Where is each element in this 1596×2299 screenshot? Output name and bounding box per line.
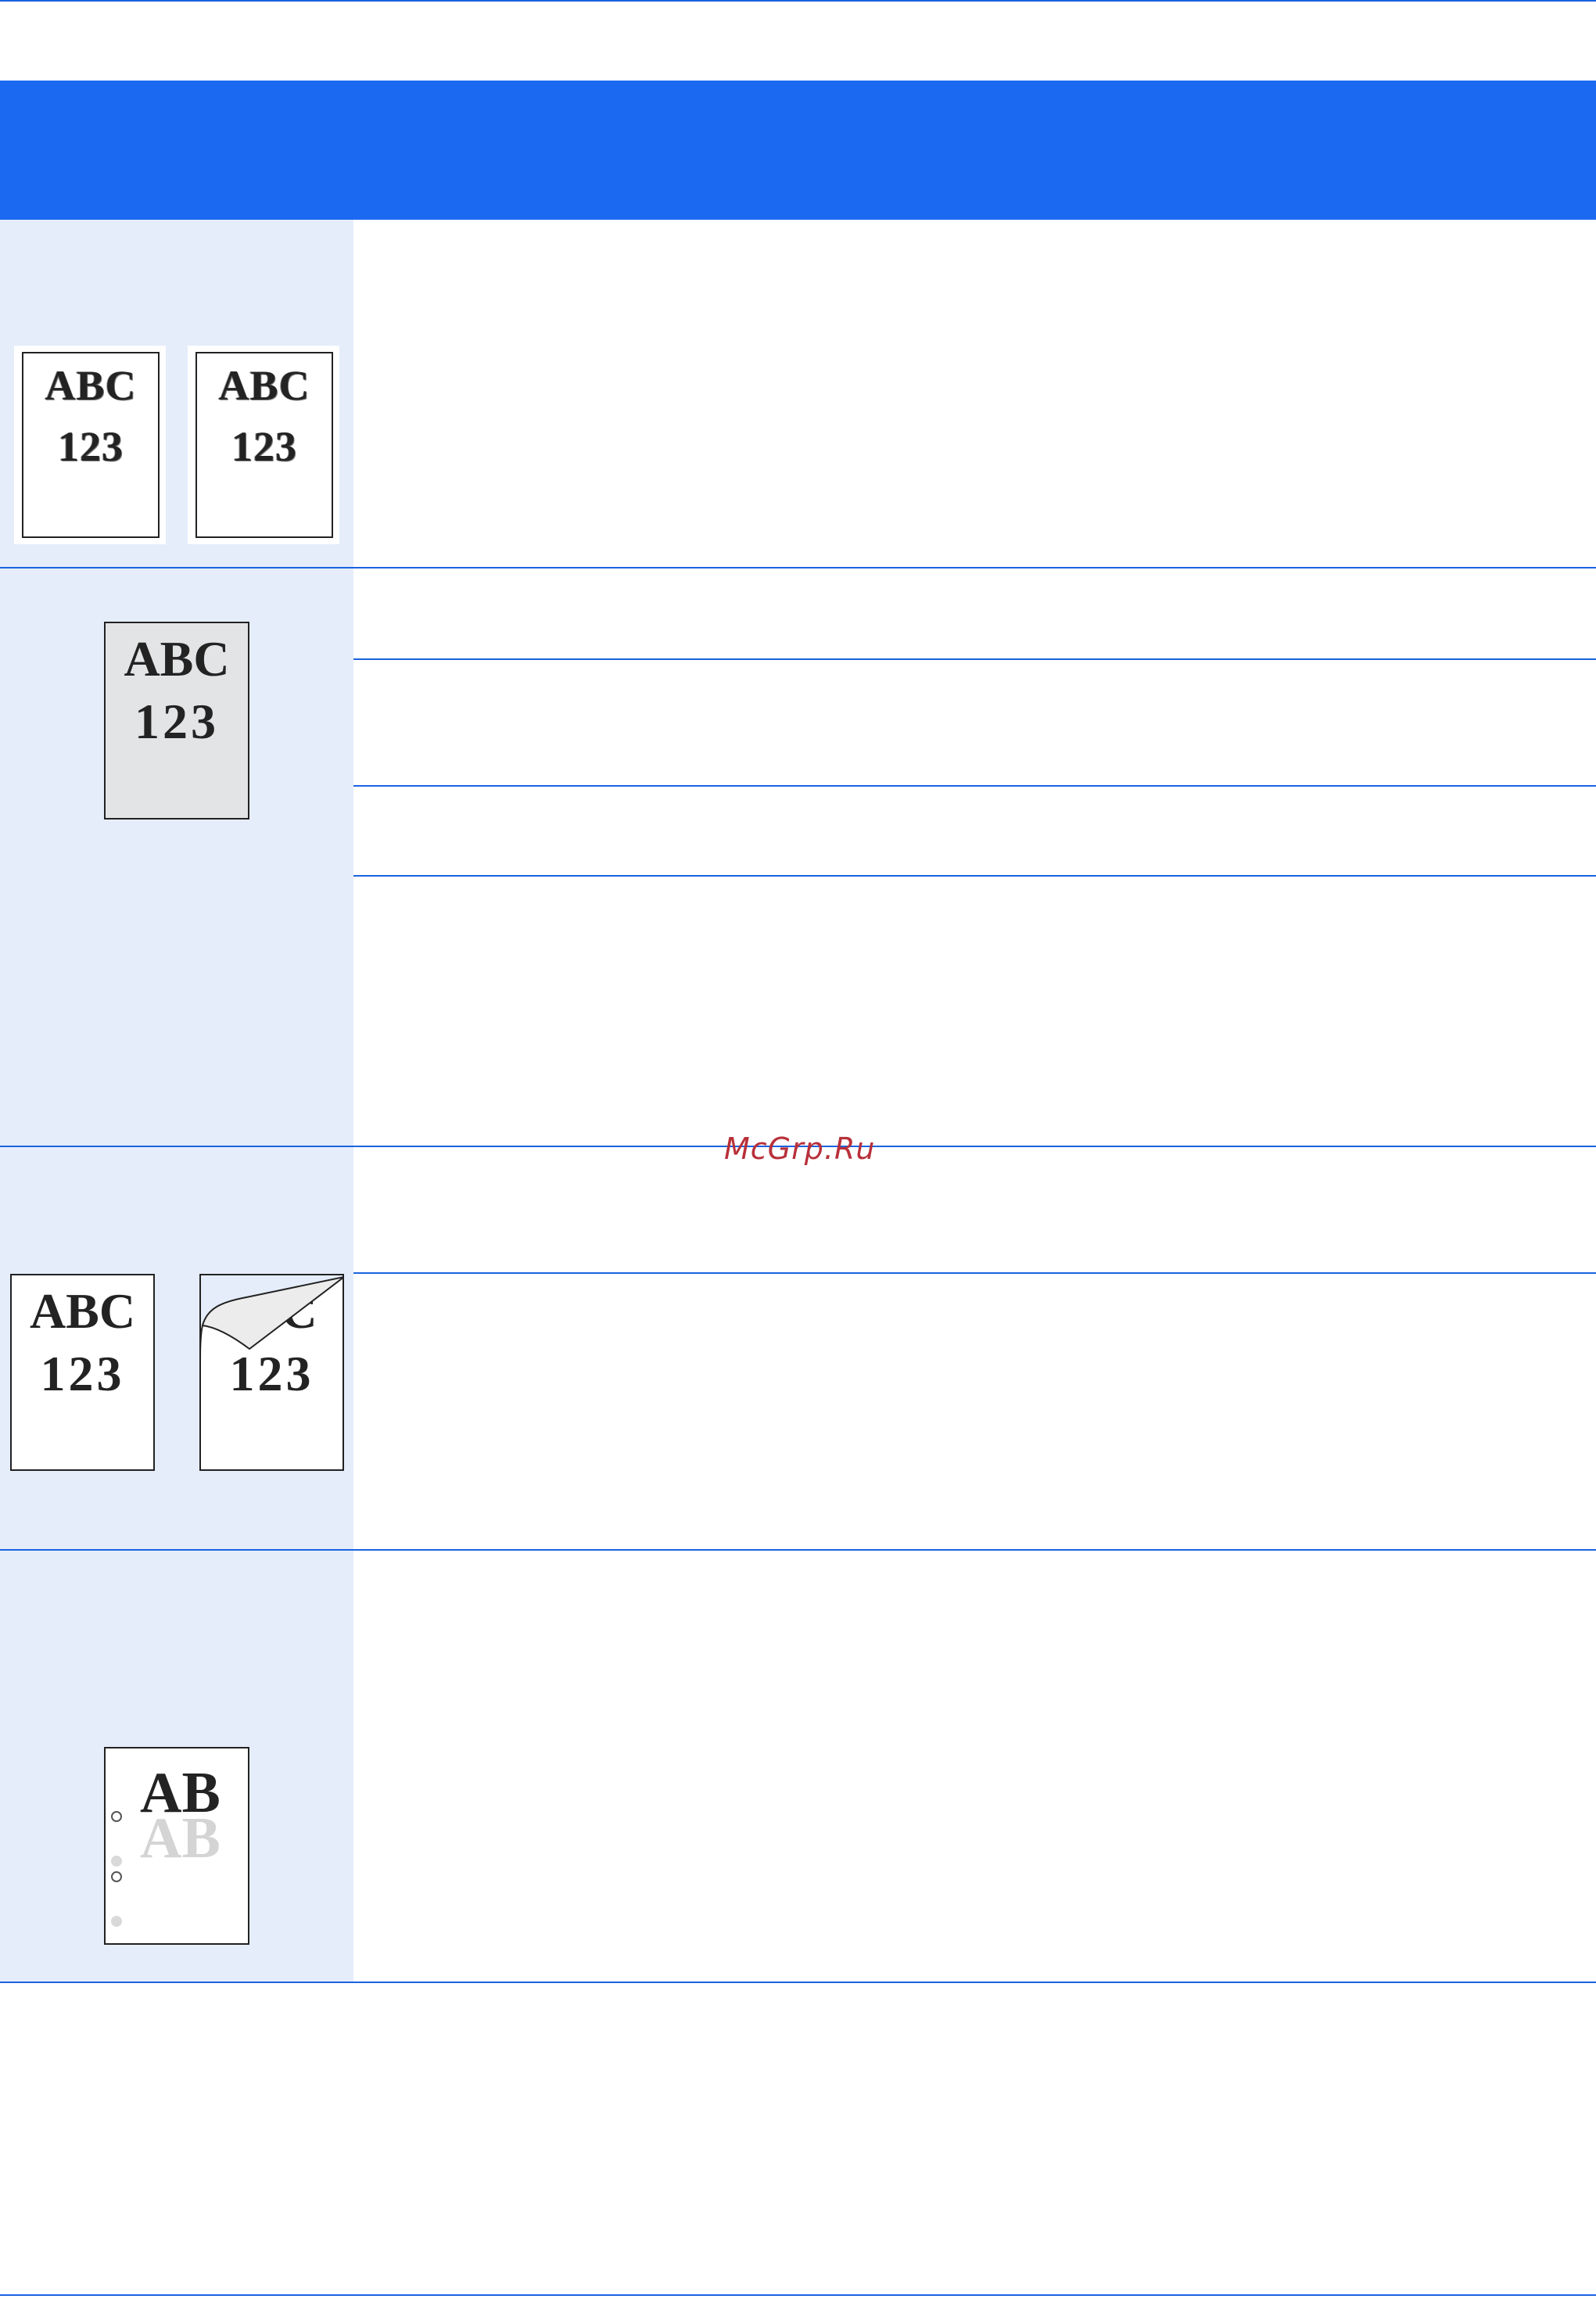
ghost-image-print-sample: AB AB (104, 1747, 249, 1945)
speckled-print-sample-right: ABC 123 (195, 352, 333, 538)
speckled-print-sample-left: ABC 123 (22, 352, 160, 538)
normal-print-sample: ABC 123 (10, 1274, 155, 1471)
ghost-hole-icon (111, 1916, 122, 1927)
sample-text-line2: 123 (58, 423, 124, 470)
sample-text-line2: 123 (40, 1346, 125, 1401)
subrow-separator (353, 875, 1596, 877)
punch-hole-icon (111, 1871, 122, 1882)
row-separator (0, 1549, 1596, 1551)
table-header-band (0, 81, 1596, 220)
subrow-separator (353, 1272, 1596, 1274)
subrow-separator (353, 785, 1596, 787)
gray-background-print-sample: ABC 123 (104, 622, 249, 820)
bottom-rule (0, 2294, 1596, 2296)
sample-text-line1: ABC (29, 1283, 136, 1339)
subrow-separator (353, 658, 1596, 660)
curled-corner-icon (201, 1275, 343, 1361)
watermark: McGrp.Ru (724, 1132, 876, 1166)
sample-text-line1: ABC (124, 631, 230, 687)
top-rule (0, 0, 1596, 2)
row-separator (0, 567, 1596, 568)
sample-text-line2: 123 (231, 423, 297, 470)
ghost-hole-icon (111, 1856, 122, 1867)
sample-text-line2: 123 (134, 694, 219, 749)
punch-hole-icon (111, 1811, 122, 1822)
sample-text-line1: AB (140, 1761, 221, 1825)
row-separator (0, 1982, 1596, 1983)
sample-text-line1: ABC (45, 362, 137, 409)
sample-text-line1: ABC (218, 362, 310, 409)
curled-paper-print-sample: C 123 (199, 1274, 344, 1471)
